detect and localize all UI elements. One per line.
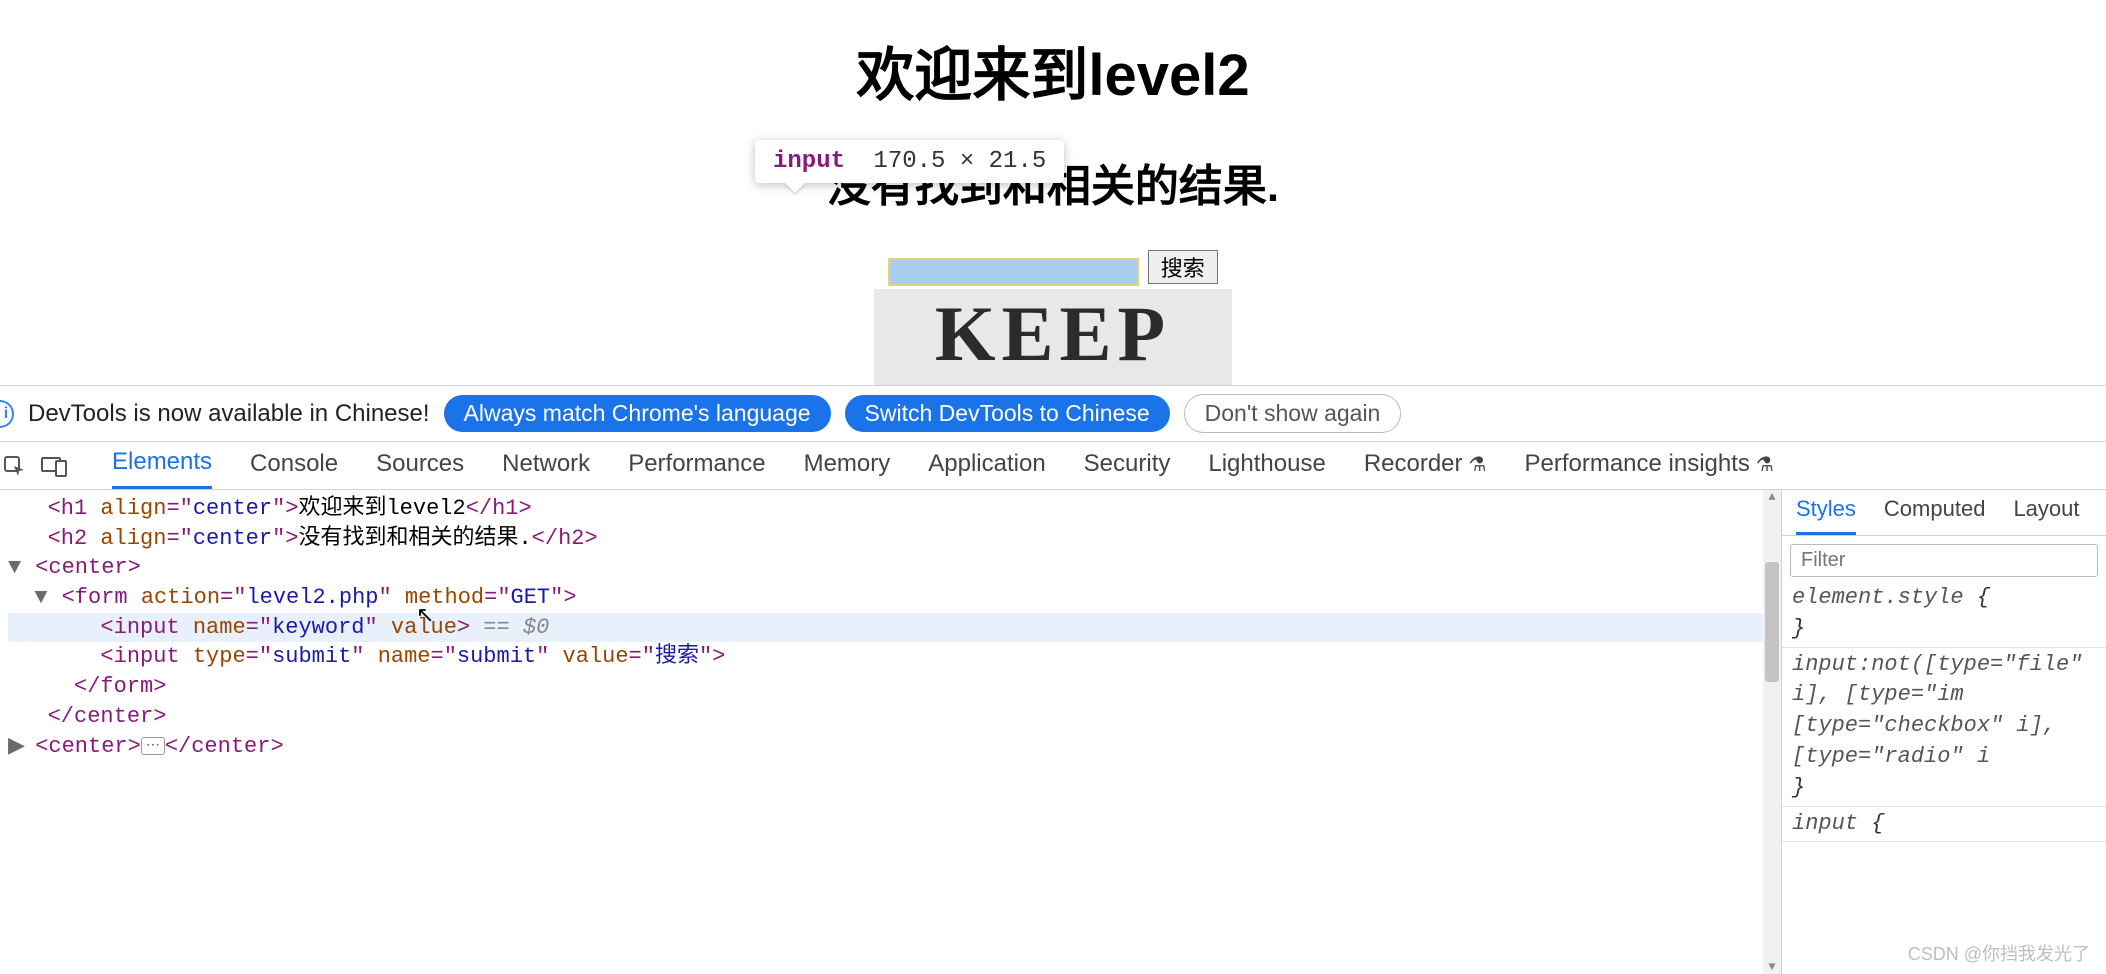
tab-lighthouse[interactable]: Lighthouse xyxy=(1208,450,1325,488)
tab-performance[interactable]: Performance xyxy=(628,450,765,488)
keep-calm-line2: CALM xyxy=(874,374,1232,385)
watermark: CSDN @你挡我发光了 xyxy=(1908,940,2090,966)
rendered-page: 欢迎来到level2 没有找到和相关的结果. input 170.5 × 21.… xyxy=(0,0,2106,385)
tab-network[interactable]: Network xyxy=(502,450,590,488)
mouse-cursor-icon: ↖ xyxy=(416,603,434,629)
dom-tree[interactable]: <h1 align="center">欢迎来到level2</h1> <h2 a… xyxy=(0,490,1781,974)
keyword-input[interactable] xyxy=(888,258,1139,286)
inspect-element-icon[interactable] xyxy=(0,452,28,480)
always-match-language-button[interactable]: Always match Chrome's language xyxy=(444,395,831,432)
infobar-message: DevTools is now available in Chinese! xyxy=(28,400,430,428)
search-button[interactable]: 搜索 xyxy=(1148,250,1218,284)
tab-memory[interactable]: Memory xyxy=(804,450,891,488)
tab-security[interactable]: Security xyxy=(1084,450,1171,488)
dom-selected-node[interactable]: <input name="keyword" value> == $0 xyxy=(8,613,1781,643)
tab-console[interactable]: Console xyxy=(250,450,338,488)
search-form: 搜索 xyxy=(0,250,2106,286)
tab-recorder[interactable]: Recorder⚗ xyxy=(1364,450,1487,488)
style-rule-input-not[interactable]: input:not([type="file" i], [type="im[typ… xyxy=(1782,648,2106,807)
tab-application[interactable]: Application xyxy=(928,450,1045,488)
info-icon: i xyxy=(0,400,14,428)
scroll-thumb[interactable] xyxy=(1765,562,1779,682)
styles-tabs: Styles Computed Layout Eve xyxy=(1782,490,2106,536)
page-title: 欢迎来到level2 xyxy=(0,28,2106,112)
ellipsis-icon[interactable]: ⋯ xyxy=(141,737,165,755)
styles-filter-input[interactable] xyxy=(1790,544,2098,577)
styles-tab-layout[interactable]: Layout xyxy=(2013,496,2079,535)
tab-performance-insights[interactable]: Performance insights⚗ xyxy=(1524,450,1773,488)
styles-tab-styles[interactable]: Styles xyxy=(1796,496,1856,535)
style-rule-element[interactable]: element.style {} xyxy=(1782,581,2106,648)
style-rule-input[interactable]: input { xyxy=(1782,807,2106,843)
flask-icon: ⚗ xyxy=(1469,454,1487,476)
inspector-tooltip: input 170.5 × 21.5 xyxy=(755,140,1064,183)
keep-calm-line1: KEEP xyxy=(874,293,1232,375)
switch-devtools-chinese-button[interactable]: Switch DevTools to Chinese xyxy=(845,395,1170,432)
tab-sources[interactable]: Sources xyxy=(376,450,464,488)
devtools-tabs: Elements Console Sources Network Perform… xyxy=(0,442,2106,490)
tab-elements[interactable]: Elements xyxy=(112,448,212,489)
device-toolbar-icon[interactable] xyxy=(40,452,68,480)
scroll-up-icon[interactable]: ▲ xyxy=(1763,490,1781,504)
devtools-infobar: i DevTools is now available in Chinese! … xyxy=(0,385,2106,442)
flask-icon: ⚗ xyxy=(1756,454,1774,476)
styles-tab-computed[interactable]: Computed xyxy=(1884,496,1986,535)
devtools-main: <h1 align="center">欢迎来到level2</h1> <h2 a… xyxy=(0,490,2106,974)
styles-pane: Styles Computed Layout Eve element.style… xyxy=(1781,490,2106,974)
dom-scrollbar[interactable]: ▲ ▼ xyxy=(1763,490,1781,974)
keep-calm-image: KEEP CALM xyxy=(874,289,1232,386)
tooltip-tag: input xyxy=(773,148,845,175)
dont-show-again-button[interactable]: Don't show again xyxy=(1184,394,1402,433)
tooltip-dimensions: 170.5 × 21.5 xyxy=(873,148,1046,175)
